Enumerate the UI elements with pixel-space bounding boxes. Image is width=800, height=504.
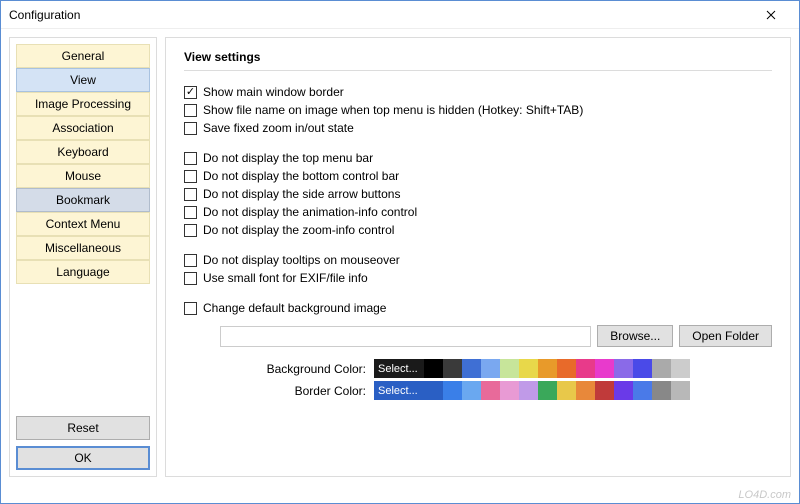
color-swatch[interactable] — [671, 359, 690, 378]
checkbox[interactable] — [184, 104, 197, 117]
bg-color-strip: Select... — [374, 359, 690, 378]
checkbox-row: Use small font for EXIF/file info — [184, 271, 772, 285]
checkbox-row: Show main window border — [184, 85, 772, 99]
checkbox-row: Do not display the side arrow buttons — [184, 187, 772, 201]
checkbox[interactable] — [184, 254, 197, 267]
checkbox-label: Do not display tooltips on mouseover — [203, 253, 400, 267]
open-folder-button[interactable]: Open Folder — [679, 325, 772, 347]
bg-color-label: Background Color: — [184, 362, 374, 376]
checkbox-row: Save fixed zoom in/out state — [184, 121, 772, 135]
color-swatch[interactable] — [538, 359, 557, 378]
color-swatch[interactable] — [614, 359, 633, 378]
color-swatch[interactable] — [481, 359, 500, 378]
checkbox[interactable] — [184, 152, 197, 165]
ok-button[interactable]: OK — [16, 446, 150, 470]
sidebar-spacer — [16, 287, 150, 410]
divider — [184, 70, 772, 71]
sidebar-item-general[interactable]: General — [16, 44, 150, 68]
close-button[interactable] — [751, 3, 791, 27]
sidebar-item-mouse[interactable]: Mouse — [16, 164, 150, 188]
checkbox-label: Do not display the side arrow buttons — [203, 187, 400, 201]
color-select-button[interactable]: Select... — [374, 359, 424, 378]
color-select-button[interactable]: Select... — [374, 381, 424, 400]
color-swatch[interactable] — [652, 381, 671, 400]
color-swatch[interactable] — [500, 359, 519, 378]
browse-button[interactable]: Browse... — [597, 325, 673, 347]
color-swatch[interactable] — [595, 359, 614, 378]
sidebar-item-context-menu[interactable]: Context Menu — [16, 212, 150, 236]
checkbox-row: Do not display the bottom control bar — [184, 169, 772, 183]
color-swatch[interactable] — [500, 381, 519, 400]
color-swatch[interactable] — [633, 381, 652, 400]
border-color-row: Border Color: Select... — [184, 381, 772, 400]
color-swatch[interactable] — [519, 381, 538, 400]
body: GeneralViewImage ProcessingAssociationKe… — [1, 29, 799, 485]
sidebar-item-image-processing[interactable]: Image Processing — [16, 92, 150, 116]
close-icon — [766, 10, 776, 20]
checkbox-label: Change default background image — [203, 301, 386, 315]
color-swatch[interactable] — [424, 381, 443, 400]
color-swatch[interactable] — [633, 359, 652, 378]
checkbox[interactable] — [184, 224, 197, 237]
checkbox[interactable] — [184, 122, 197, 135]
color-swatch[interactable] — [462, 381, 481, 400]
checkbox-label: Show main window border — [203, 85, 344, 99]
titlebar: Configuration — [1, 1, 799, 29]
checkbox[interactable] — [184, 302, 197, 315]
checkbox-row: Show file name on image when top menu is… — [184, 103, 772, 117]
checkbox-label: Save fixed zoom in/out state — [203, 121, 354, 135]
border-color-label: Border Color: — [184, 384, 374, 398]
checkbox[interactable] — [184, 170, 197, 183]
checkbox-row: Do not display tooltips on mouseover — [184, 253, 772, 267]
checkbox-row: Do not display the zoom-info control — [184, 223, 772, 237]
color-swatch[interactable] — [481, 381, 500, 400]
sidebar-item-keyboard[interactable]: Keyboard — [16, 140, 150, 164]
checkbox-row: Do not display the animation-info contro… — [184, 205, 772, 219]
sidebar-item-language[interactable]: Language — [16, 260, 150, 284]
checkbox-row: Change default background image — [184, 301, 772, 315]
checkbox-label: Do not display the bottom control bar — [203, 169, 399, 183]
color-swatch[interactable] — [538, 381, 557, 400]
sidebar-item-association[interactable]: Association — [16, 116, 150, 140]
sidebar: GeneralViewImage ProcessingAssociationKe… — [9, 37, 157, 477]
color-swatch[interactable] — [462, 359, 481, 378]
color-swatch[interactable] — [519, 359, 538, 378]
color-swatch[interactable] — [443, 359, 462, 378]
color-swatch[interactable] — [443, 381, 462, 400]
watermark: LO4D.com — [738, 489, 791, 501]
checkbox-label: Do not display the animation-info contro… — [203, 205, 417, 219]
checkbox-label: Do not display the zoom-info control — [203, 223, 394, 237]
checkbox-label: Show file name on image when top menu is… — [203, 103, 583, 117]
color-swatch[interactable] — [614, 381, 633, 400]
config-window: Configuration GeneralViewImage Processin… — [0, 0, 800, 504]
bg-color-row: Background Color: Select... — [184, 359, 772, 378]
color-swatch[interactable] — [671, 381, 690, 400]
window-title: Configuration — [9, 8, 751, 22]
color-swatch[interactable] — [424, 359, 443, 378]
color-swatch[interactable] — [576, 359, 595, 378]
checkbox-row: Do not display the top menu bar — [184, 151, 772, 165]
sidebar-item-bookmark[interactable]: Bookmark — [16, 188, 150, 212]
bg-image-row: Browse... Open Folder — [220, 325, 772, 347]
bg-image-path-input[interactable] — [220, 326, 591, 347]
reset-button[interactable]: Reset — [16, 416, 150, 440]
section-heading: View settings — [184, 50, 772, 64]
checkbox-label: Do not display the top menu bar — [203, 151, 373, 165]
checkbox[interactable] — [184, 272, 197, 285]
checkbox-label: Use small font for EXIF/file info — [203, 271, 368, 285]
checkbox[interactable] — [184, 188, 197, 201]
color-swatch[interactable] — [557, 359, 576, 378]
border-color-strip: Select... — [374, 381, 690, 400]
color-swatch[interactable] — [652, 359, 671, 378]
checkbox[interactable] — [184, 206, 197, 219]
color-swatch[interactable] — [576, 381, 595, 400]
main-panel: View settings Show main window border Sho… — [165, 37, 791, 477]
sidebar-item-view[interactable]: View — [16, 68, 150, 92]
checkbox[interactable] — [184, 86, 197, 99]
color-swatch[interactable] — [595, 381, 614, 400]
color-swatch[interactable] — [557, 381, 576, 400]
sidebar-item-miscellaneous[interactable]: Miscellaneous — [16, 236, 150, 260]
